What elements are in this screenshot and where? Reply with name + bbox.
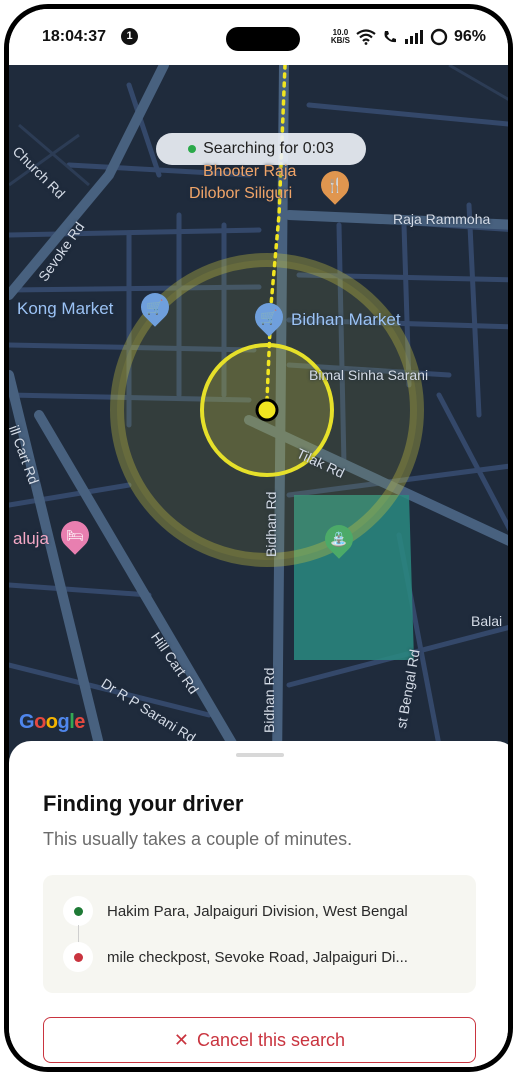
- sheet-drag-handle[interactable]: [236, 753, 284, 757]
- map-view[interactable]: Searching for 0:03 Church Rd Sevoke Rd B…: [9, 65, 508, 765]
- map-label-bidhan-market: Bidhan Market: [291, 310, 401, 329]
- map-label-balai: Balai: [471, 613, 503, 629]
- wifi-call-icon: [384, 31, 396, 43]
- wifi-icon: [356, 29, 376, 45]
- map-label-bhooter-raja-2: Dilobor Siliguri: [189, 185, 293, 202]
- sheet-title: Finding your driver: [43, 791, 244, 816]
- signal-icon: [404, 30, 423, 44]
- bottom-sheet: Finding your driver This usually takes a…: [9, 741, 508, 1067]
- searching-dot: [188, 145, 197, 153]
- notification-badge: 1: [121, 28, 138, 45]
- status-icons: 10.0 KB/S 96%: [331, 26, 486, 48]
- google-logo: Google: [19, 711, 85, 733]
- dropoff-row: mile checkpost, Sevoke Road, Jalpaiguri …: [43, 937, 476, 977]
- phone-frame: 18:04:37 1 10.0 KB/S 96% Searching for 0…: [4, 4, 513, 1072]
- close-icon: ✕: [173, 1029, 189, 1050]
- map-label-bidhan-rd-bottom: Bidhan Rd: [261, 667, 277, 733]
- route-card: Hakim Para, Jalpaiguri Division, West Be…: [43, 875, 476, 993]
- pickup-address: Hakim Para, Jalpaiguri Division, West Be…: [107, 902, 408, 920]
- network-speed-unit: KB/S: [330, 36, 350, 45]
- sheet-subtitle: This usually takes a couple of minutes.: [43, 829, 353, 849]
- pickup-dot-icon: [63, 896, 93, 926]
- map-label-bidhan-rd-top: Bidhan Rd: [263, 491, 279, 557]
- status-bar: 18:04:37 1 10.0 KB/S 96%: [9, 9, 508, 65]
- cancel-search-label: Cancel this search: [197, 1029, 346, 1050]
- dropoff-address: mile checkpost, Sevoke Road, Jalpaiguri …: [107, 948, 408, 966]
- cancel-search-button[interactable]: ✕ Cancel this search: [43, 1017, 476, 1063]
- searching-indicator: Searching for 0:03: [156, 133, 366, 165]
- map-label-bimal-sinha: Bimal Sinha Sarani: [309, 367, 429, 383]
- network-speed: 10.0 KB/S: [331, 29, 350, 45]
- pickup-row: Hakim Para, Jalpaiguri Division, West Be…: [43, 891, 476, 931]
- battery-icon: [430, 28, 448, 46]
- dropoff-dot-icon: [63, 942, 93, 972]
- map-label-bhooter-raja: Bhooter Raja: [203, 163, 297, 180]
- camera-cutout: [226, 27, 300, 51]
- searching-text: Searching for 0:03: [203, 140, 334, 157]
- map-label-raja-rammoha: Raja Rammoha: [393, 211, 491, 227]
- battery-percent: 96%: [453, 28, 486, 45]
- map-label-aluja: aluja: [13, 529, 49, 548]
- status-time: 18:04:37: [42, 28, 107, 45]
- map-label-kong-market: Kong Market: [17, 299, 114, 318]
